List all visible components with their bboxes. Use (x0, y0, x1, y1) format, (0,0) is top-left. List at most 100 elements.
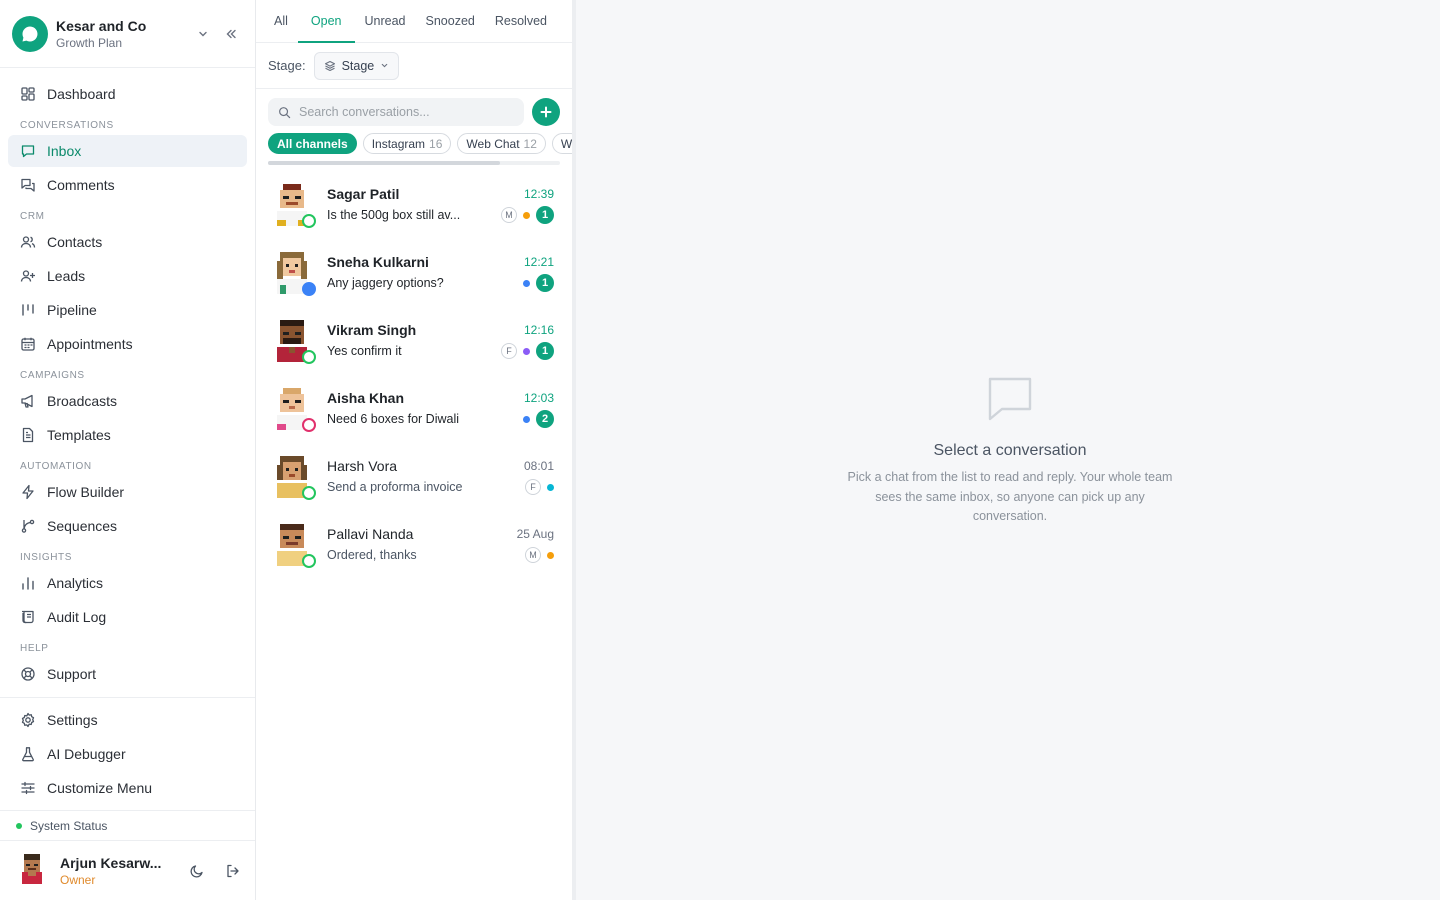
avatar (274, 320, 316, 364)
contact-name: Sagar Patil (327, 186, 400, 202)
sidebar-item-inbox[interactable]: Inbox (8, 135, 247, 167)
assignee-tag: M (525, 547, 541, 563)
bar-chart-icon (20, 575, 36, 591)
search-row (256, 97, 572, 127)
stage-label: Stage: (268, 58, 306, 73)
chip-instagram[interactable]: Instagram 16 (362, 133, 452, 154)
sidebar-item-label: Sequences (47, 518, 118, 534)
avatar[interactable] (16, 852, 48, 889)
assignee-tag: F (501, 343, 517, 359)
inbox-icon (20, 143, 36, 159)
user-plus-icon (20, 268, 36, 284)
empty-state-description: Pick a chat from the list to read and re… (847, 470, 1173, 523)
sidebar-item-sequences[interactable]: Sequences (8, 510, 247, 542)
timestamp: 12:21 (523, 255, 554, 269)
sidebar-item-broadcasts[interactable]: Broadcasts (8, 385, 247, 417)
avatar (274, 252, 316, 296)
conversation-item[interactable]: Aisha Khan 12:03 Need 6 boxes for Diwali … (256, 375, 572, 443)
plus-icon (540, 106, 552, 118)
document-icon (20, 427, 36, 443)
sidebar-item-contacts[interactable]: Contacts (8, 226, 247, 258)
tab-snoozed[interactable]: Snoozed (416, 0, 485, 42)
sidebar-item-templates[interactable]: Templates (8, 419, 247, 451)
timestamp: 12:16 (523, 323, 554, 337)
sidebar-item-pipeline[interactable]: Pipeline (8, 294, 247, 326)
whatsapp-badge-icon (302, 486, 316, 500)
tab-all[interactable]: All (264, 0, 298, 42)
sidebar-item-appointments[interactable]: Appointments (8, 328, 247, 360)
workspace-logo (12, 15, 48, 52)
contact-name: Pallavi Nanda (327, 526, 414, 542)
conversation-list: Sagar Patil 12:39 Is the 500g box still a… (256, 171, 572, 579)
workspace-plan: Growth Plan (56, 35, 123, 50)
avatar (274, 524, 316, 568)
stage-dot (523, 211, 530, 219)
system-status-label: System Status (30, 818, 108, 833)
stage-dropdown-label: Stage (341, 58, 375, 73)
dashboard-icon (20, 86, 36, 102)
workspace-name: Kesar and Co (56, 17, 147, 34)
stage-dot (523, 347, 530, 355)
timestamp: 08:01 (523, 459, 554, 473)
collapse-sidebar-icon[interactable] (219, 22, 243, 46)
dark-mode-toggle-icon[interactable] (183, 857, 211, 885)
sidebar: Kesar and Co Growth Plan Dashboard CONVE… (0, 0, 256, 900)
sidebar-item-leads[interactable]: Leads (8, 260, 247, 292)
sidebar-item-support[interactable]: Support (8, 658, 247, 690)
stage-dot (523, 415, 530, 423)
sidebar-item-label: Customize Menu (47, 780, 153, 796)
lightning-icon (20, 484, 36, 500)
chip-whatsapp[interactable]: W (551, 133, 572, 154)
workspace-switcher-chevron-icon[interactable] (191, 22, 215, 46)
logout-icon[interactable] (219, 857, 247, 885)
sidebar-item-label: Audit Log (47, 609, 107, 625)
sidebar-item-label: Broadcasts (47, 393, 118, 409)
assignee-tag: F (525, 479, 541, 495)
conversation-item[interactable]: Pallavi Nanda 25 Aug Ordered, thanks M (256, 511, 572, 579)
sidebar-item-audit-log[interactable]: Audit Log (8, 601, 247, 633)
avatar (274, 184, 316, 228)
sidebar-item-comments[interactable]: Comments (8, 169, 247, 201)
conversation-item[interactable]: Sneha Kulkarni 12:21 Any jaggery options?… (256, 239, 572, 307)
conversation-item[interactable]: Sagar Patil 12:39 Is the 500g box still a… (256, 171, 572, 239)
sidebar-item-label: Analytics (47, 575, 104, 591)
conversation-list-panel: All Open Unread Snoozed Resolved Stage: … (256, 0, 576, 900)
user-name: Arjun Kesarw... (60, 854, 162, 871)
user-role: Owner (60, 872, 96, 887)
timestamp: 12:39 (523, 187, 554, 201)
contact-name: Sneha Kulkarni (327, 254, 429, 270)
tab-unread[interactable]: Unread (355, 0, 416, 42)
sidebar-item-label: Contacts (47, 234, 103, 250)
sidebar-item-label: Settings (47, 712, 98, 728)
sidebar-item-analytics[interactable]: Analytics (8, 567, 247, 599)
sidebar-bottom-nav: Settings AI Debugger Customize Menu (0, 697, 255, 806)
comments-icon (20, 177, 36, 193)
conversation-item[interactable]: Vikram Singh 12:16 Yes confirm it F 1 (256, 307, 572, 375)
status-tabs: All Open Unread Snoozed Resolved (256, 0, 572, 43)
system-status[interactable]: System Status (0, 810, 255, 840)
flask-icon (20, 746, 36, 762)
tab-open[interactable]: Open (297, 0, 355, 43)
new-conversation-button[interactable] (532, 98, 560, 126)
sidebar-item-settings[interactable]: Settings (8, 704, 247, 736)
chip-web-chat[interactable]: Web Chat 12 (457, 133, 546, 154)
sidebar-item-ai-debugger[interactable]: AI Debugger (8, 738, 247, 770)
calendar-icon (20, 336, 36, 352)
sidebar-item-dashboard[interactable]: Dashboard (8, 78, 247, 110)
search-input[interactable] (299, 105, 499, 119)
conversation-view: Select a conversation Pick a chat from t… (580, 0, 1440, 900)
sidebar-item-customize-menu[interactable]: Customize Menu (8, 772, 247, 804)
tab-resolved[interactable]: Resolved (485, 0, 557, 42)
section-campaigns: CAMPAIGNS (20, 370, 85, 381)
chip-all-channels[interactable]: All channels (268, 133, 357, 154)
chip-label: Instagram (371, 136, 426, 151)
scrollbar-thumb[interactable] (268, 161, 500, 165)
conversation-item[interactable]: Harsh Vora 08:01 Send a proforma invoice … (256, 443, 572, 511)
contact-name: Vikram Singh (327, 322, 417, 338)
assignee-tag: M (501, 207, 517, 223)
sidebar-item-flow-builder[interactable]: Flow Builder (8, 476, 247, 508)
chips-scrollbar[interactable] (262, 157, 566, 167)
empty-state: Select a conversation Pick a chat from t… (580, 376, 1440, 527)
stage-dropdown[interactable]: Stage (313, 51, 400, 80)
contact-name: Aisha Khan (327, 390, 405, 406)
